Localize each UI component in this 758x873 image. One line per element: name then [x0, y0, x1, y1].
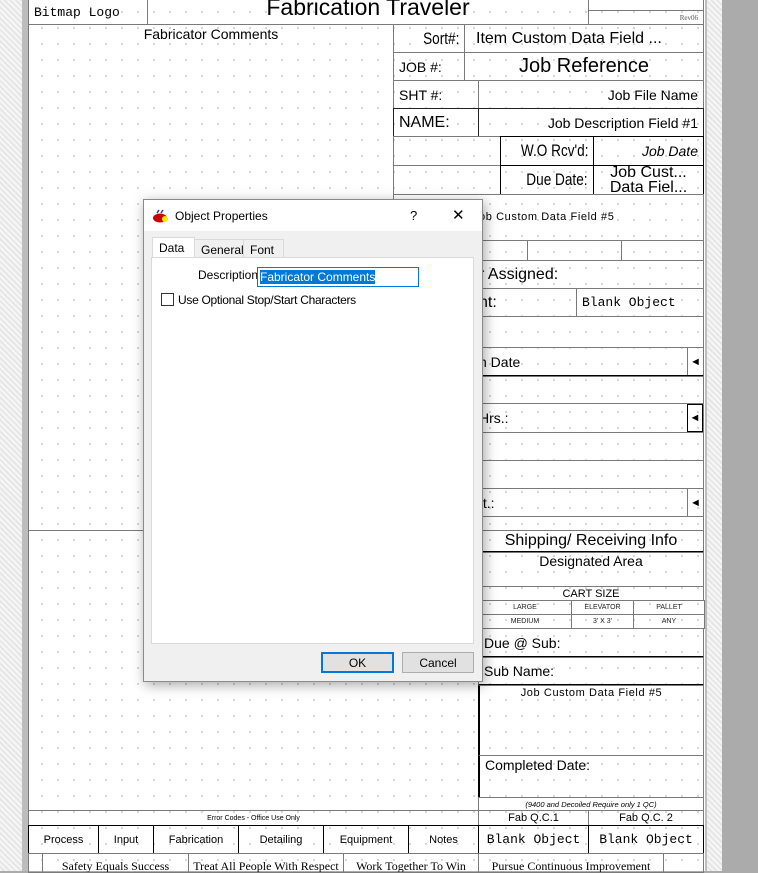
tab-font[interactable]: Font	[243, 239, 284, 258]
job-reference[interactable]: Job Reference	[464, 52, 704, 81]
wo-received-label: W.O Rcv'd:	[500, 136, 594, 166]
due-date-label-text: Due Date:	[526, 170, 588, 189]
arrow-left-icon[interactable]: ◄	[687, 489, 703, 516]
cart-size-cell: ANY	[633, 614, 705, 629]
designated-area[interactable]: Designated Area	[478, 552, 704, 587]
stop-start-checkbox-label[interactable]: Use Optional Stop/Start Characters	[178, 293, 356, 307]
sort-label-text: Sort#:	[422, 28, 459, 48]
arrow-left-icon[interactable]: ◄	[687, 348, 703, 375]
motto: Work Together To Win	[343, 853, 479, 873]
error-category-equipment[interactable]: Equipment	[323, 825, 409, 854]
error-category-fabrication[interactable]: Fabrication	[153, 825, 239, 854]
qc-note: (9400 and Decoiled Require only 1 QC)	[478, 797, 704, 811]
due-date-label: Due Date:	[500, 165, 594, 195]
sort-value[interactable]: Item Custom Data Field ...	[464, 24, 704, 53]
job-date[interactable]: Job Date	[593, 136, 704, 166]
sub-name[interactable]: Sub Name:	[478, 657, 704, 686]
job-description[interactable]: Job Description Field #1	[478, 108, 704, 137]
blank-object-qc2[interactable]: Blank Object	[588, 825, 704, 854]
dialog-title: Object Properties	[175, 208, 268, 223]
dialog-title-bar[interactable]: Object Properties ? ✕	[144, 200, 482, 231]
blank-object[interactable]: Blank Object	[576, 288, 704, 317]
job-file-name[interactable]: Job File Name	[478, 80, 704, 109]
error-category-process[interactable]: Process	[28, 825, 99, 854]
blank-cell[interactable]	[28, 853, 43, 873]
object-properties-dialog[interactable]: Object Properties ? ✕ Data General Font …	[143, 199, 483, 682]
blank-cell[interactable]	[393, 165, 501, 195]
motto: Pursue Continuous Improvement	[478, 853, 664, 873]
app-bug-icon	[153, 209, 168, 222]
due-date-value-line2: Data Fiel...	[609, 179, 688, 195]
cart-size-cell: LARGE	[478, 600, 572, 615]
revision-label[interactable]: Rev06	[588, 10, 704, 25]
bitmap-logo[interactable]: Bitmap Logo	[28, 0, 148, 25]
tab-general[interactable]: General	[194, 239, 244, 258]
cancel-button[interactable]: Cancel	[402, 652, 474, 673]
workspace-gutter-right	[705, 0, 722, 871]
blank-object-qc1[interactable]: Blank Object	[478, 825, 589, 854]
close-icon[interactable]: ✕	[452, 206, 465, 224]
job-number-label: JOB #:	[393, 52, 465, 81]
description-input-value: Fabricator Comments	[260, 270, 376, 284]
motto: Treat All People With Respect	[188, 853, 344, 873]
name-label: NAME:	[393, 108, 479, 137]
fab-qc-1[interactable]: Fab Q.C.1	[478, 810, 589, 826]
shipping-receiving-title[interactable]: Shipping/ Receiving Info	[478, 530, 704, 553]
date-field-label: h Date	[479, 353, 521, 370]
wo-received-label-text: W.O Rcv'd:	[520, 141, 588, 160]
hours-field-label: Hrs.:	[479, 410, 509, 426]
custom-data-field-5-lower[interactable]: Job Custom Data Field #5	[478, 685, 704, 756]
description-label: Description	[198, 268, 259, 282]
motto: Safety Equals Success	[42, 853, 189, 873]
ok-button[interactable]: OK	[321, 652, 394, 673]
cart-size-cell: ELEVATOR	[571, 600, 634, 615]
blank-cell[interactable]	[663, 853, 704, 873]
error-codes-label: Error Codes - Office Use Only	[28, 810, 479, 826]
workspace-gutter-left	[0, 0, 22, 871]
blank-cell[interactable]	[621, 240, 704, 261]
description-input[interactable]: Fabricator Comments	[257, 267, 419, 287]
fab-qc-2[interactable]: Fab Q.C. 2	[588, 810, 704, 826]
cart-size-header: CART SIZE	[478, 586, 704, 601]
stop-start-checkbox[interactable]	[161, 293, 174, 306]
cart-size-cell: MEDIUM	[478, 614, 572, 629]
error-category-input[interactable]: Input	[98, 825, 154, 854]
due-date-value-line1: Job Cust...	[610, 165, 687, 181]
help-button[interactable]: ?	[410, 208, 417, 223]
cart-size-cell: PALLET	[633, 600, 705, 615]
blank-cell[interactable]	[393, 136, 501, 166]
tab-data[interactable]: Data	[152, 237, 195, 258]
cart-size-cell: 3' X 3'	[571, 614, 634, 629]
due-date-value[interactable]: Job Cust... Data Fiel...	[593, 165, 704, 195]
report-title[interactable]: Fabrication Traveler	[147, 0, 589, 25]
arrow-left-icon[interactable]: ◄	[687, 404, 703, 432]
error-category-notes[interactable]: Notes	[408, 825, 479, 854]
sheet-number-label: SHT #:	[393, 80, 479, 109]
error-category-detailing[interactable]: Detailing	[238, 825, 324, 854]
sort-label: Sort#:	[393, 24, 465, 53]
blank-cell[interactable]	[527, 240, 622, 261]
completed-date[interactable]: Completed Date:	[478, 755, 704, 798]
tab-panel: Description Fabricator Comments Use Opti…	[151, 257, 474, 644]
due-at-sub[interactable]: Due @ Sub:	[478, 628, 704, 658]
